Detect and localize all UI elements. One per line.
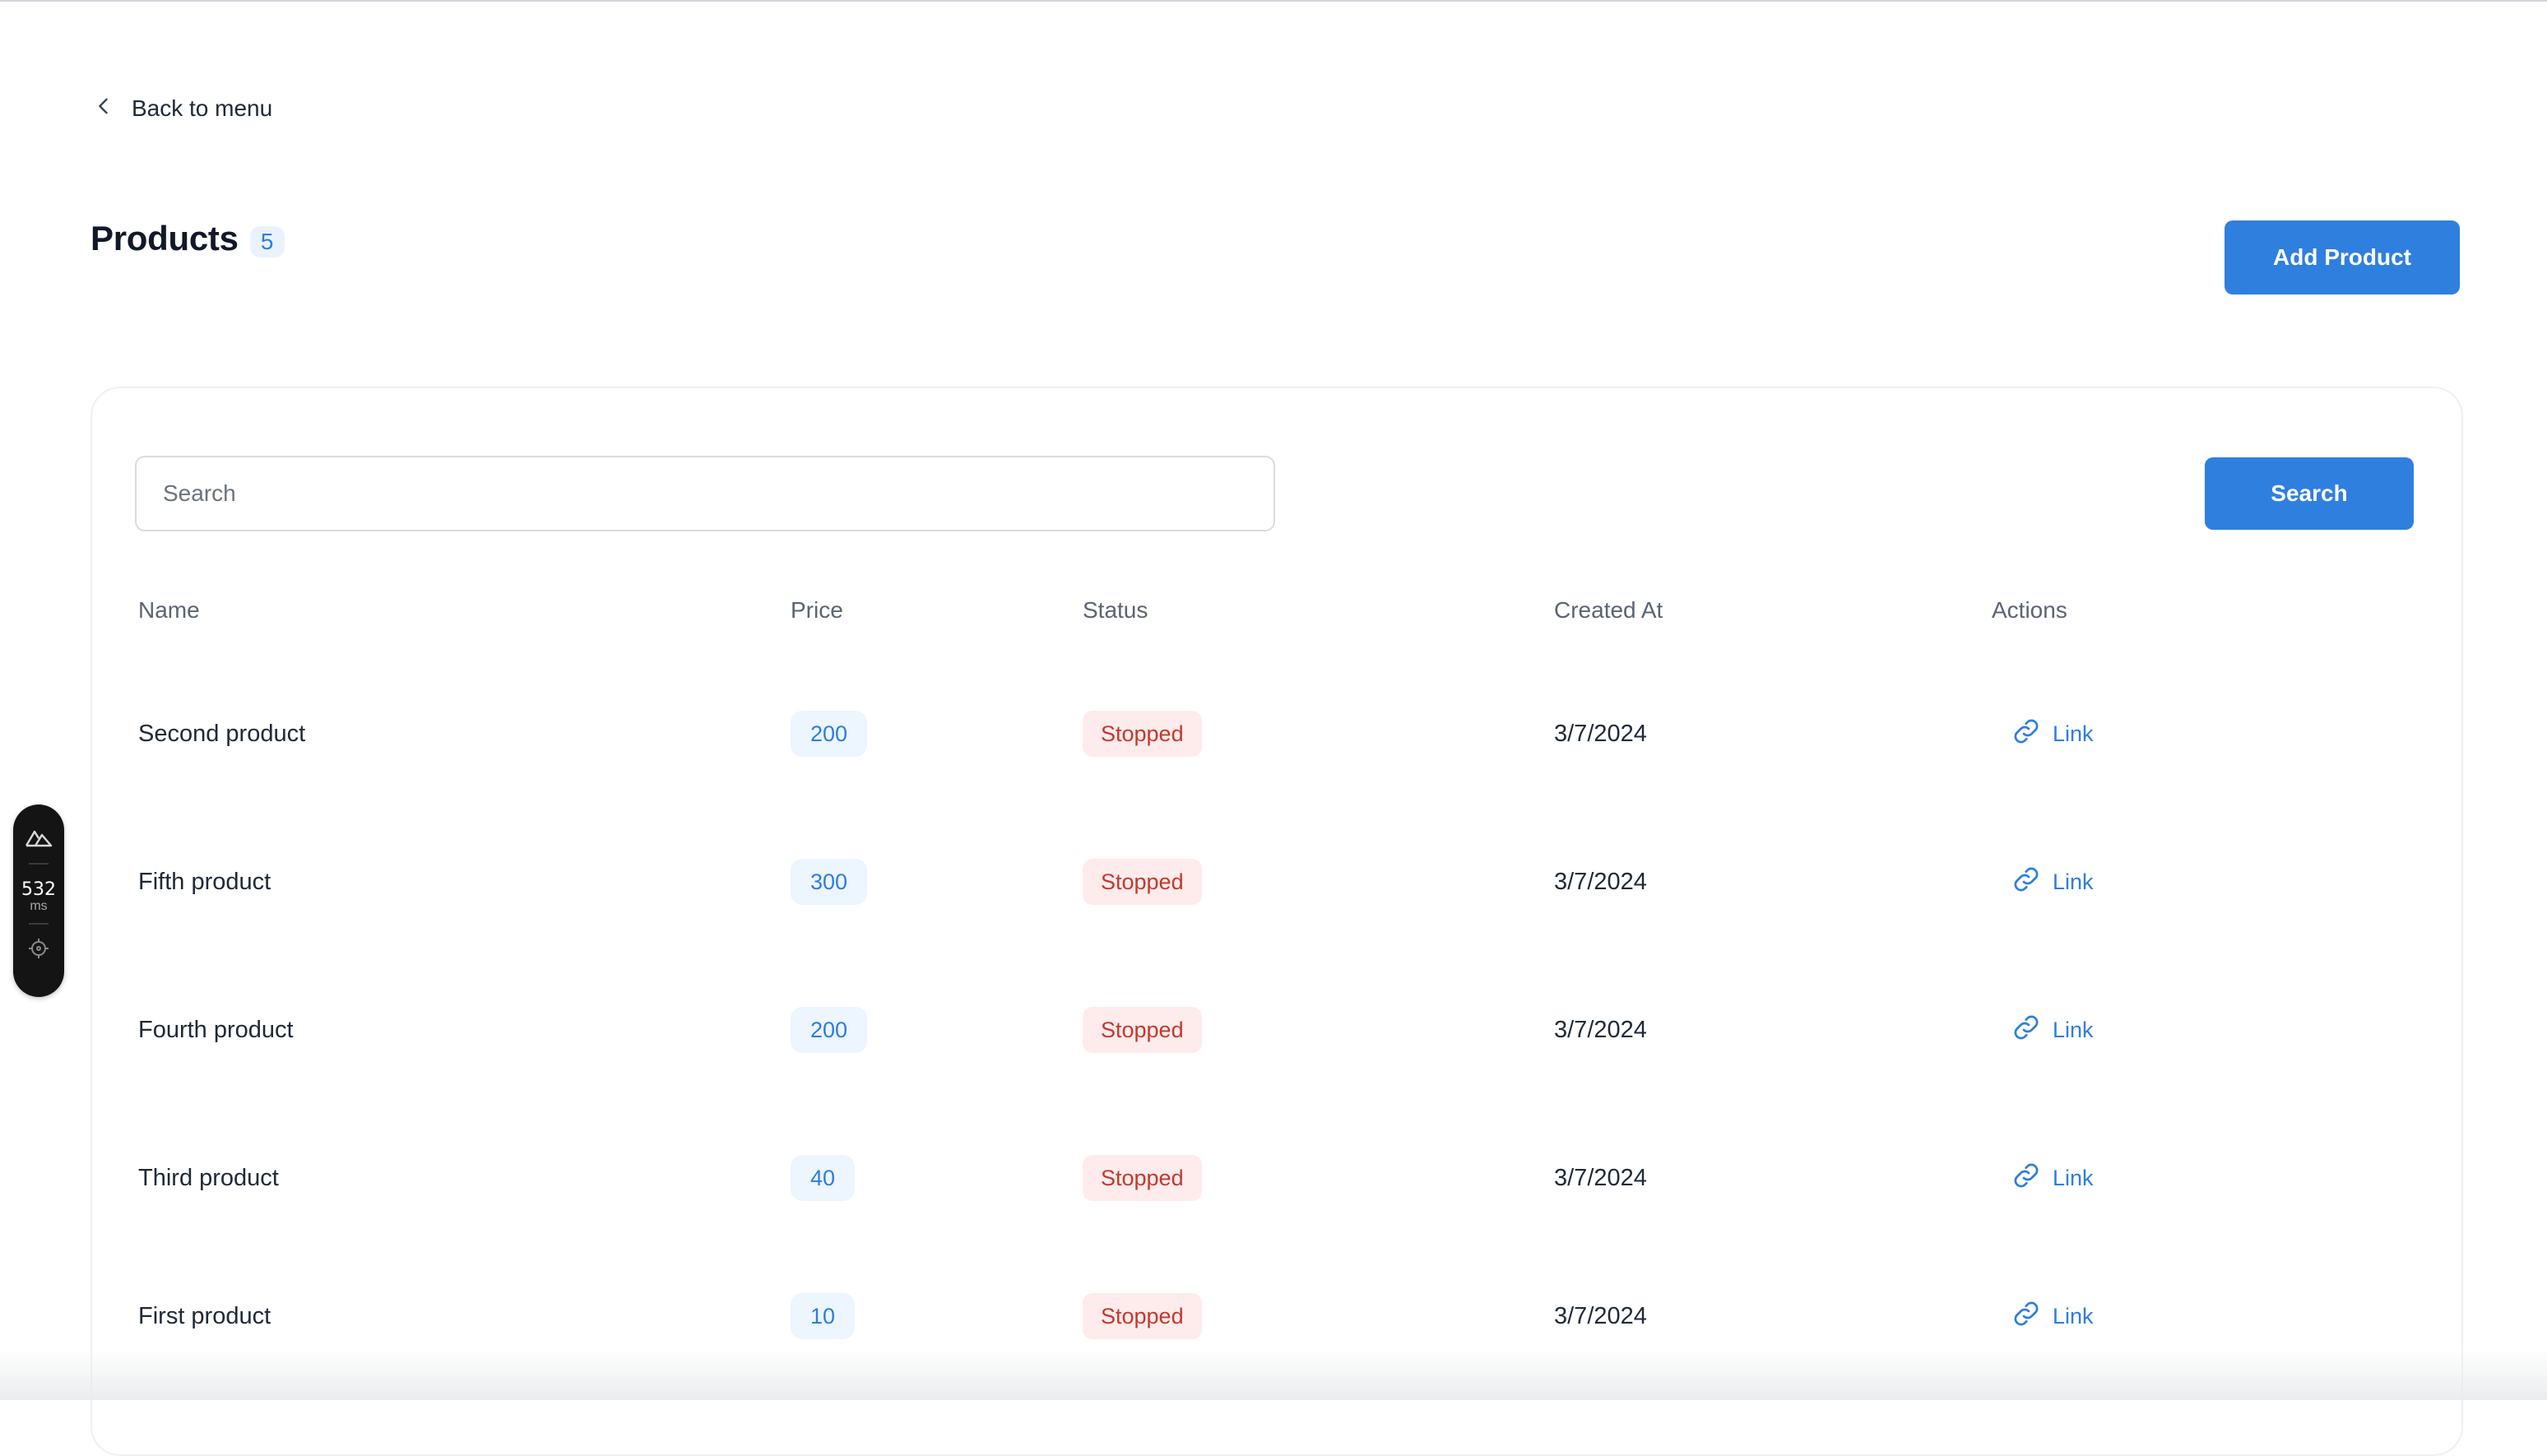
status-badge: Stopped xyxy=(1083,1155,1202,1201)
target-icon[interactable] xyxy=(26,934,51,965)
table-row: Fourth product 200 Stopped 3/7/2024 Link xyxy=(90,956,2463,1104)
price-badge: 200 xyxy=(791,1007,868,1053)
link-label: Link xyxy=(2053,721,2094,746)
created-at: 3/7/2024 xyxy=(1554,1016,1647,1043)
status-badge: Stopped xyxy=(1083,859,1202,905)
column-header-created-at: Created At xyxy=(1554,597,1663,623)
nuxt-logo-icon[interactable] xyxy=(24,805,53,853)
link-icon xyxy=(2011,865,2041,900)
created-at: 3/7/2024 xyxy=(1554,1164,1647,1191)
table-row: Third product 40 Stopped 3/7/2024 Link xyxy=(90,1104,2463,1252)
product-link[interactable]: Link xyxy=(1992,865,2094,900)
price-badge: 200 xyxy=(791,711,868,757)
table-row: Fifth product 300 Stopped 3/7/2024 Link xyxy=(90,808,2463,956)
search-input[interactable] xyxy=(135,456,1275,531)
page-title: Products xyxy=(90,219,239,257)
bottom-fade xyxy=(0,1349,2547,1400)
back-label: Back to menu xyxy=(132,95,273,121)
divider xyxy=(29,863,49,865)
link-icon xyxy=(2011,716,2041,752)
page-header: Products 5 xyxy=(90,219,285,258)
link-icon xyxy=(2011,1299,2041,1334)
column-header-status: Status xyxy=(1083,597,1148,623)
link-label: Link xyxy=(2053,1017,2094,1042)
devtools-widget[interactable]: 532 ms xyxy=(13,805,64,997)
created-at: 3/7/2024 xyxy=(1554,720,1647,747)
link-label: Link xyxy=(2053,869,2094,894)
table-row: Second product 200 Stopped 3/7/2024 Link xyxy=(90,660,2463,808)
created-at: 3/7/2024 xyxy=(1554,868,1647,895)
render-time-value: 532 xyxy=(21,879,56,900)
chevron-left-icon xyxy=(92,95,115,123)
divider xyxy=(29,923,49,925)
add-product-button[interactable]: Add Product xyxy=(2225,220,2460,294)
top-border xyxy=(0,0,2547,2)
product-name: Fourth product xyxy=(138,1016,294,1043)
price-badge: 40 xyxy=(791,1155,856,1201)
link-label: Link xyxy=(2053,1165,2094,1190)
product-count-badge: 5 xyxy=(249,226,285,257)
product-link[interactable]: Link xyxy=(1992,1299,2094,1334)
search-button[interactable]: Search xyxy=(2205,457,2414,530)
product-name: Fifth product xyxy=(138,868,271,895)
product-name: Third product xyxy=(138,1164,279,1191)
link-icon xyxy=(2011,1013,2041,1048)
link-icon xyxy=(2011,1161,2041,1196)
price-badge: 300 xyxy=(791,859,868,905)
price-badge: 10 xyxy=(791,1293,856,1339)
product-link[interactable]: Link xyxy=(1992,716,2094,752)
column-header-name: Name xyxy=(138,597,200,623)
render-time-unit: ms xyxy=(30,899,48,913)
product-link[interactable]: Link xyxy=(1992,1161,2094,1196)
back-to-menu-link[interactable]: Back to menu xyxy=(92,92,272,125)
status-badge: Stopped xyxy=(1083,1007,1202,1053)
product-name: Second product xyxy=(138,720,306,747)
status-badge: Stopped xyxy=(1083,711,1202,757)
product-link[interactable]: Link xyxy=(1992,1013,2094,1048)
column-header-actions: Actions xyxy=(1992,597,2067,623)
link-label: Link xyxy=(2053,1303,2094,1328)
column-header-price: Price xyxy=(791,597,843,623)
status-badge: Stopped xyxy=(1083,1293,1202,1339)
